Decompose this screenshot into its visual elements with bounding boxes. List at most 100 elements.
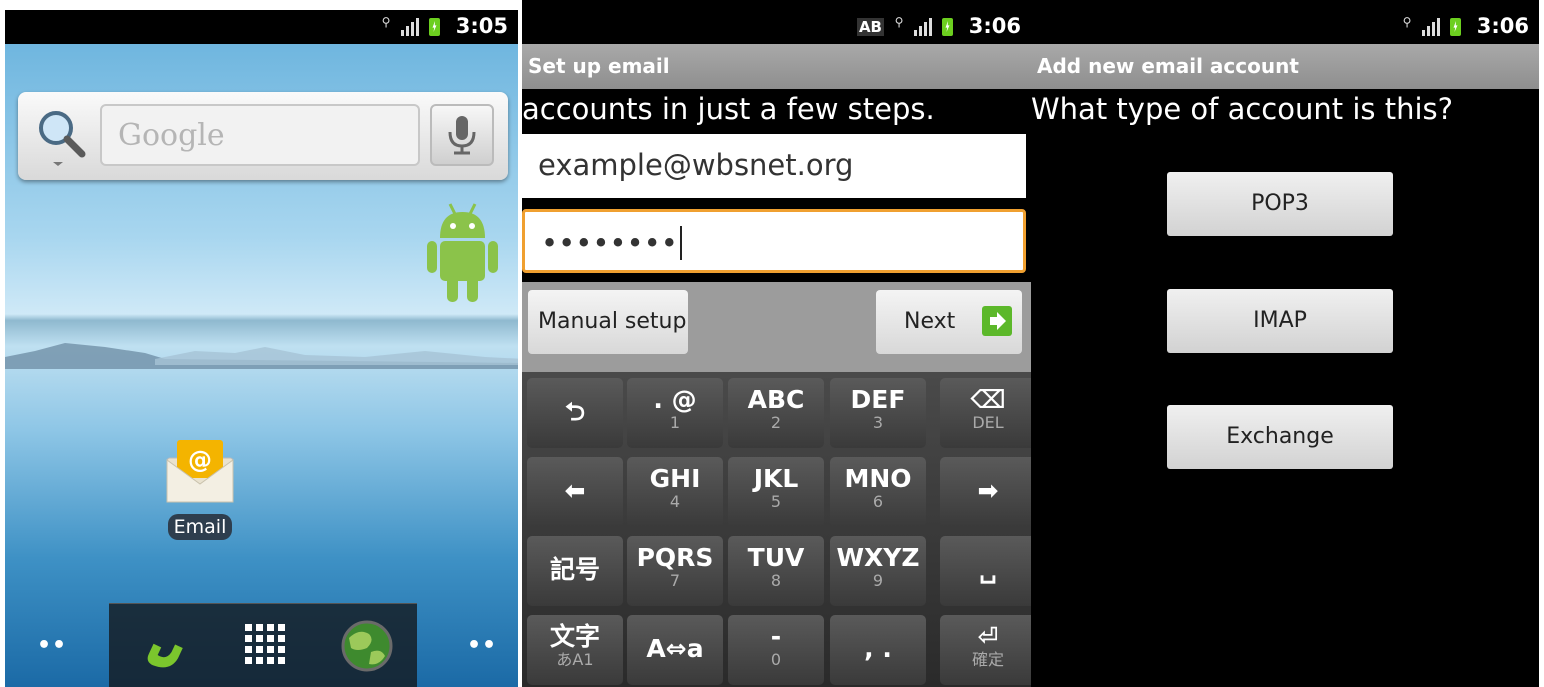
key-label: DEF (850, 385, 906, 414)
keypad-key[interactable]: DEF 3 (830, 378, 926, 448)
keypad-key[interactable]: 記号 (527, 536, 623, 606)
key-label: - (770, 622, 782, 651)
status-time: 3:05 (455, 14, 508, 38)
email-app-label: Email (167, 514, 233, 540)
setup-email-panel: AB ⚲ 3:06 Set up email accounts in just … (522, 0, 1031, 687)
keypad-key[interactable]: A⇔a (627, 615, 723, 685)
status-bar: ⚲ 3:05 (5, 10, 518, 44)
key-label: WXYZ (836, 543, 920, 572)
key-sublabel: 3 (872, 413, 884, 432)
key-label: ⏎ (977, 622, 999, 651)
key-label: , . (864, 634, 892, 663)
page-indicator-right[interactable]: •• (467, 633, 497, 658)
app-drawer-icon[interactable] (245, 624, 285, 664)
signal-icon (914, 18, 932, 36)
key-label: MNO (844, 464, 912, 493)
screen-title: Set up email (522, 44, 1031, 89)
key-sublabel: DEL (972, 413, 1004, 432)
key-label: ⮌ (564, 397, 586, 426)
action-button-bar: Manual setup Next (522, 282, 1031, 372)
key-sublabel: 5 (770, 492, 782, 511)
key-label: GHI (649, 464, 701, 493)
screen-title: Add new email account (1031, 44, 1539, 89)
next-label: Next (904, 309, 956, 334)
key-sublabel: 9 (872, 571, 884, 590)
svg-text:@: @ (188, 446, 212, 474)
signal-icon (401, 18, 419, 36)
key-label: . @ (653, 385, 697, 414)
exchange-button[interactable]: Exchange (1167, 405, 1393, 469)
keypad-key[interactable]: PQRS 7 (627, 536, 723, 606)
key-sublabel: あA1 (556, 650, 594, 669)
account-type-panel: ⚲ 3:06 Add new email account What type o… (1031, 0, 1539, 687)
keypad-key[interactable]: TUV 8 (728, 536, 824, 606)
email-field[interactable]: example@wbsnet.org (522, 134, 1026, 198)
next-button[interactable]: Next (876, 290, 1022, 354)
keypad-key[interactable]: , . (830, 615, 926, 685)
manual-setup-label: Manual setup (538, 309, 687, 334)
keypad-key[interactable]: JKL 5 (728, 457, 824, 527)
search-input[interactable]: Google (100, 104, 420, 166)
keypad-key[interactable]: -0 (728, 615, 824, 685)
password-field[interactable]: •••••••• (522, 209, 1026, 273)
key-label: ABC (747, 385, 805, 414)
status-time: 3:06 (1476, 14, 1529, 38)
account-type-question: What type of account is this? (1031, 92, 1454, 126)
keypad-key[interactable]: GHI 4 (627, 457, 723, 527)
keypad-key[interactable]: MNO 6 (830, 457, 926, 527)
japanese-keypad: ⮌. @1 ABC 2 DEF 3 ⌫ DEL ⬅ GHI 4 JKL 5 MNO 6 ➡ 記号 PQRS 7 TU… (522, 372, 1031, 687)
key-label: TUV (747, 543, 805, 572)
search-icon[interactable] (32, 106, 92, 166)
next-arrow-icon (982, 306, 1012, 336)
imap-button[interactable]: IMAP (1167, 289, 1393, 353)
battery-charging-icon (429, 18, 440, 36)
keypad-key[interactable]: ␣ (940, 536, 1031, 606)
key-sublabel: 4 (669, 492, 681, 511)
key-sublabel: 0 (770, 650, 782, 669)
manual-setup-button[interactable]: Manual setup (528, 290, 688, 354)
launcher-dock (109, 603, 417, 687)
key-label: ⬅ (564, 476, 586, 505)
key-label: 文字 (549, 622, 600, 651)
android-robot-icon[interactable] (425, 200, 500, 305)
page-indicator-left[interactable]: •• (37, 633, 67, 658)
keypad-key[interactable]: ⌫ DEL (940, 378, 1031, 448)
keypad-key[interactable]: ➡ (940, 457, 1031, 527)
usb-debug-icon: ⚲ (894, 15, 904, 29)
usb-debug-icon: ⚲ (1402, 15, 1412, 29)
keypad-key[interactable]: ⏎ 確定 (940, 615, 1031, 685)
status-bar: ⚲ 3:06 (1031, 10, 1539, 44)
browser-globe-icon[interactable] (339, 618, 395, 674)
key-label: ➡ (977, 476, 999, 505)
text-cursor (679, 226, 692, 260)
key-label: PQRS (636, 543, 714, 572)
voice-search-button[interactable] (430, 104, 494, 166)
mountain-range (5, 343, 518, 369)
phone-icon[interactable] (137, 620, 193, 672)
microphone-icon (448, 116, 476, 155)
keypad-key[interactable]: 文字 あA1 (527, 615, 623, 685)
keypad-key[interactable]: ABC 2 (728, 378, 824, 448)
password-value: •••••••• (541, 226, 678, 260)
battery-charging-icon (1450, 18, 1461, 36)
key-label: ⌫ (970, 385, 1006, 414)
usb-debug-icon: ⚲ (381, 15, 391, 29)
keypad-key[interactable]: . @1 (627, 378, 723, 448)
battery-charging-icon (942, 18, 953, 36)
setup-instructions: accounts in just a few steps. (522, 92, 935, 126)
pop3-button[interactable]: POP3 (1167, 172, 1393, 236)
key-label: ␣ (979, 555, 997, 584)
google-search-widget[interactable]: Google (18, 92, 508, 180)
key-sublabel: 8 (770, 571, 782, 590)
signal-icon (1422, 18, 1440, 36)
keypad-key[interactable]: ⬅ (527, 457, 623, 527)
key-sublabel: 確定 (971, 650, 1004, 669)
status-bar: AB ⚲ 3:06 (522, 10, 1031, 44)
keypad-key[interactable]: WXYZ 9 (830, 536, 926, 606)
email-app-icon: @ (166, 440, 234, 503)
key-sublabel: 1 (669, 413, 681, 432)
email-app-shortcut[interactable]: @ Email (155, 438, 245, 540)
key-label: A⇔a (646, 634, 704, 663)
input-mode-indicator: AB (856, 18, 884, 36)
keypad-key[interactable]: ⮌ (527, 378, 623, 448)
